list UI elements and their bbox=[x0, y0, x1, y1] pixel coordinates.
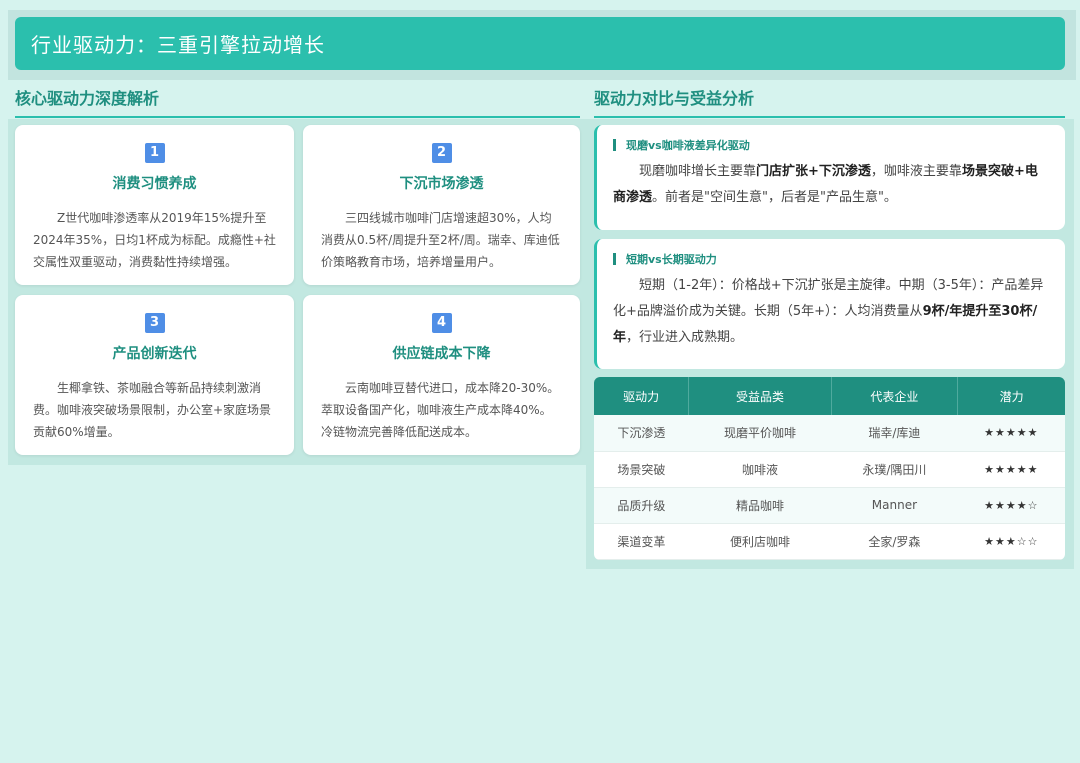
star-rating: ★★★★★ bbox=[957, 451, 1065, 488]
card-body: 三四线城市咖啡门店增速超30%，人均消费从0.5杯/周提升至2杯/周。瑞幸、库迪… bbox=[321, 210, 560, 269]
driver-card-supply-chain: 4 供应链成本下降 云南咖啡豆替代进口，成本降20-30%。萃取设备国产化，咖啡… bbox=[303, 295, 580, 455]
table-row: 渠道变革 便利店咖啡 全家/罗森 ★★★☆☆ bbox=[594, 523, 1065, 560]
column-header: 潜力 bbox=[957, 377, 1065, 415]
driver-card-product-innovation: 3 产品创新迭代 生椰拿铁、茶咖融合等新品持续刺激消费。咖啡液突破场景限制，办公… bbox=[15, 295, 294, 455]
table-header-row: 驱动力 受益品类 代表企业 潜力 bbox=[594, 377, 1065, 415]
card-number-badge: 4 bbox=[431, 312, 452, 333]
info-card-differentiation: 现磨vs咖啡液差异化驱动 现磨咖啡增长主要靠门店扩张+下沉渗透，咖啡液主要靠场景… bbox=[594, 125, 1065, 230]
info-text: 现磨咖啡增长主要靠 bbox=[639, 164, 757, 179]
info-card-title: 现磨vs咖啡液差异化驱动 bbox=[613, 137, 1049, 153]
info-text: 。前者是"空间生意"，后者是"产品生意"。 bbox=[652, 190, 897, 205]
accent-bar bbox=[613, 139, 616, 151]
left-section-title: 核心驱动力深度解析 bbox=[15, 89, 160, 108]
info-card-title: 短期vs长期驱动力 bbox=[613, 251, 1049, 267]
right-section-divider bbox=[594, 116, 1065, 118]
page-header: 行业驱动力：三重引擎拉动增长 bbox=[15, 17, 1065, 70]
column-header: 代表企业 bbox=[831, 377, 959, 415]
card-title: 消费习惯养成 bbox=[112, 175, 197, 192]
info-card-body: 短期（1-2年）：价格战+下沉扩张是主旋律。中期（3-5年）：产品差异化+品牌溢… bbox=[613, 273, 1049, 351]
left-section-divider bbox=[15, 116, 580, 118]
card-body: 生椰拿铁、茶咖融合等新品持续刺激消费。咖啡液突破场景限制，办公室+家庭场景贡献6… bbox=[33, 380, 272, 439]
page-title: 行业驱动力：三重引擎拉动增长 bbox=[31, 33, 325, 57]
table-row: 下沉渗透 现磨平价咖啡 瑞幸/库迪 ★★★★★ bbox=[594, 415, 1065, 452]
beneficiary-table: 驱动力 受益品类 代表企业 潜力 下沉渗透 现磨平价咖啡 瑞幸/库迪 ★★★★★… bbox=[594, 377, 1065, 560]
table-cell: 精品咖啡 bbox=[688, 487, 832, 524]
right-section-title: 驱动力对比与受益分析 bbox=[594, 89, 755, 108]
card-title: 产品创新迭代 bbox=[112, 345, 197, 362]
card-title: 下沉市场渗透 bbox=[399, 175, 484, 192]
column-header: 受益品类 bbox=[688, 377, 832, 415]
card-title: 供应链成本下降 bbox=[392, 345, 491, 362]
info-card-body: 现磨咖啡增长主要靠门店扩张+下沉渗透，咖啡液主要靠场景突破+电商渗透。前者是"空… bbox=[613, 159, 1049, 211]
card-number-badge: 3 bbox=[144, 312, 165, 333]
table-cell: 渠道变革 bbox=[594, 523, 689, 560]
table-cell: 下沉渗透 bbox=[594, 415, 689, 452]
table-cell: 全家/罗森 bbox=[831, 523, 958, 560]
table-cell: 场景突破 bbox=[594, 451, 689, 488]
card-number-badge: 1 bbox=[144, 142, 165, 163]
table-row: 场景突破 咖啡液 永璞/隅田川 ★★★★★ bbox=[594, 451, 1065, 488]
info-highlight: 门店扩张+下沉渗透 bbox=[756, 164, 871, 179]
info-card-title-text: 短期vs长期驱动力 bbox=[626, 253, 717, 266]
column-header: 驱动力 bbox=[594, 377, 690, 415]
star-rating: ★★★☆☆ bbox=[957, 523, 1065, 560]
driver-card-lower-tier-market: 2 下沉市场渗透 三四线城市咖啡门店增速超30%，人均消费从0.5杯/周提升至2… bbox=[303, 125, 580, 285]
table-cell: 便利店咖啡 bbox=[688, 523, 832, 560]
star-rating: ★★★★☆ bbox=[957, 487, 1065, 524]
table-cell: Manner bbox=[831, 487, 958, 524]
info-card-short-vs-long-term: 短期vs长期驱动力 短期（1-2年）：价格战+下沉扩张是主旋律。中期（3-5年）… bbox=[594, 239, 1065, 369]
table-cell: 品质升级 bbox=[594, 487, 689, 524]
star-rating: ★★★★★ bbox=[957, 415, 1065, 452]
info-card-title-text: 现磨vs咖啡液差异化驱动 bbox=[626, 139, 750, 152]
card-body: Z世代咖啡渗透率从2019年15%提升至2024年35%，日均1杯成为标配。成瘾… bbox=[33, 210, 276, 269]
accent-bar bbox=[613, 253, 616, 265]
table-row: 品质升级 精品咖啡 Manner ★★★★☆ bbox=[594, 487, 1065, 524]
info-text: ，咖啡液主要靠 bbox=[870, 164, 962, 179]
table-cell: 现磨平价咖啡 bbox=[688, 415, 832, 452]
table-cell: 瑞幸/库迪 bbox=[831, 415, 958, 452]
table-cell: 咖啡液 bbox=[688, 451, 832, 488]
card-body: 云南咖啡豆替代进口，成本降20-30%。萃取设备国产化，咖啡液生产成本降40%。… bbox=[321, 380, 560, 439]
driver-card-consumption: 1 消费习惯养成 Z世代咖啡渗透率从2019年15%提升至2024年35%，日均… bbox=[15, 125, 294, 285]
info-text: ，行业进入成熟期。 bbox=[626, 330, 744, 345]
card-number-badge: 2 bbox=[431, 142, 452, 163]
table-cell: 永璞/隅田川 bbox=[831, 451, 958, 488]
